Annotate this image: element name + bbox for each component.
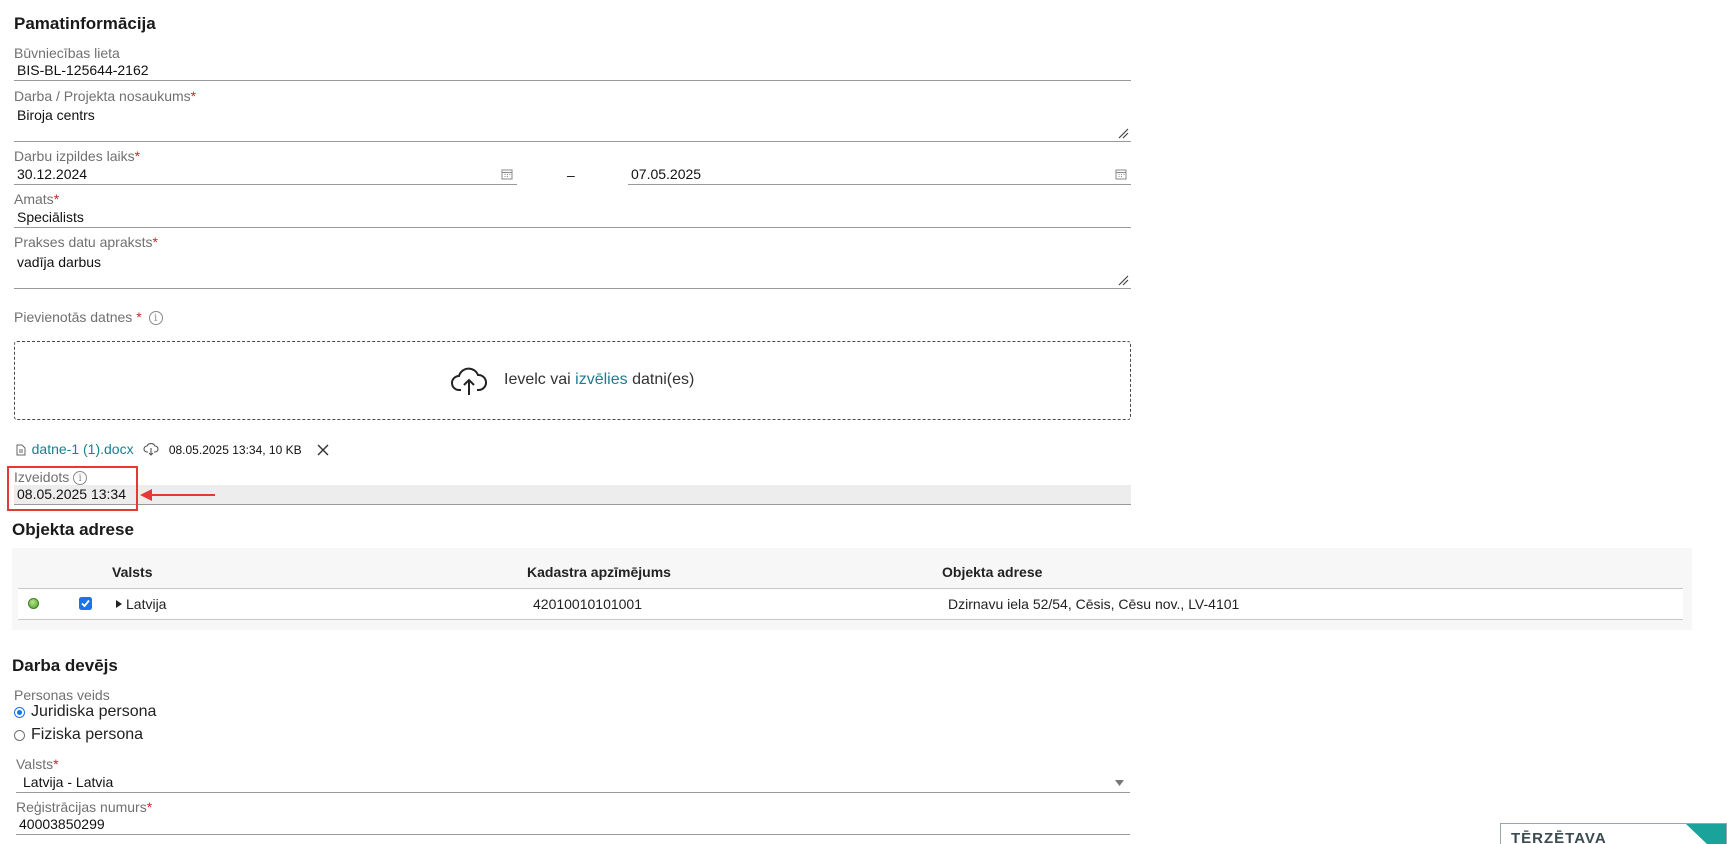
col-header-country: Valsts	[112, 564, 153, 580]
attached-file-meta: 08.05.2025 13:34, 10 KB	[168, 443, 302, 457]
person-type-label: Personas veids	[14, 687, 110, 703]
file-icon	[16, 444, 26, 456]
attached-file-link[interactable]: datne-1 (1).docx	[32, 441, 134, 457]
cloud-download-icon[interactable]	[143, 442, 159, 456]
table-row[interactable]: Latvija 42010010101001 Dzirnavu iela 52/…	[18, 589, 1683, 620]
case-label: Būvniecības lieta	[14, 45, 120, 61]
chat-widget-label: TĒRZĒTAVA	[1511, 830, 1607, 844]
resize-handle-icon[interactable]	[1117, 127, 1129, 139]
radio-legal-person-label[interactable]: Juridiska persona	[31, 703, 156, 721]
project-textarea[interactable]: Biroja centrs	[14, 104, 1131, 142]
cloud-upload-icon	[451, 367, 487, 395]
position-field[interactable]: Speciālists	[14, 208, 1131, 228]
radio-legal-person[interactable]	[14, 707, 25, 718]
chevron-down-icon[interactable]	[1115, 780, 1124, 786]
practice-label: Prakses datu apraksts*	[14, 234, 158, 250]
radio-natural-person-label[interactable]: Fiziska persona	[31, 726, 143, 744]
info-icon[interactable]: i	[148, 311, 163, 326]
calendar-icon[interactable]	[1115, 168, 1127, 180]
resize-handle-icon[interactable]	[1117, 274, 1129, 286]
country-select[interactable]: Latvija - Latvia	[16, 773, 1130, 793]
reg-label: Reģistrācijas numurs*	[16, 799, 153, 815]
dropzone-text: Ievelc vai izvēlies datni(es)	[504, 371, 695, 388]
practice-textarea[interactable]: vadīja darbus	[14, 251, 1131, 289]
section-title-employer: Darba devējs	[12, 656, 118, 675]
address-table: Valsts Kadastra apzīmējums Objekta adres…	[12, 548, 1692, 630]
case-field: BIS-BL-125644-2162	[14, 61, 1131, 81]
arrow-left-icon	[140, 489, 215, 501]
col-header-cadastre: Kadastra apzīmējums	[527, 564, 671, 580]
date-separator: –	[567, 167, 575, 183]
cell-address: Dzirnavu iela 52/54, Cēsis, Cēsu nov., L…	[948, 596, 1240, 612]
period-label: Darbu izpildes laiks*	[14, 148, 141, 164]
cell-country: Latvija	[126, 596, 167, 612]
reg-field[interactable]: 40003850299	[16, 815, 1130, 835]
country-label: Valsts*	[16, 756, 59, 772]
highlight-box	[7, 466, 138, 511]
date-from-value: 30.12.2024	[17, 166, 88, 182]
project-label: Darba / Projekta nosaukums*	[14, 88, 197, 104]
date-to-field[interactable]: 07.05.2025	[628, 165, 1131, 185]
section-title-basic: Pamatinformācija	[14, 14, 156, 33]
cell-cadastre: 42010010101001	[533, 596, 643, 612]
attached-file-row: datne-1 (1).docx 08.05.2025 13:34, 10 KB	[16, 441, 329, 457]
project-value: Biroja centrs	[17, 107, 95, 123]
files-label: Pievienotās datnes * i	[14, 309, 163, 326]
row-checkbox[interactable]	[79, 597, 92, 610]
file-dropzone[interactable]: Ievelc vai izvēlies datni(es)	[14, 341, 1131, 420]
chat-widget[interactable]: TĒRZĒTAVA	[1500, 823, 1727, 844]
section-title-address: Objekta adrese	[12, 520, 134, 539]
date-from-field[interactable]: 30.12.2024	[14, 165, 517, 185]
chat-corner-decoration	[1686, 824, 1726, 844]
col-header-address: Objekta adrese	[942, 564, 1043, 580]
position-label: Amats*	[14, 191, 60, 207]
radio-natural-person[interactable]	[14, 730, 25, 741]
calendar-icon[interactable]	[501, 168, 513, 180]
date-to-value: 07.05.2025	[631, 166, 702, 182]
status-dot	[28, 598, 39, 609]
country-select-value: Latvija - Latvia	[23, 774, 114, 790]
choose-file-link[interactable]: izvēlies	[575, 371, 627, 388]
expand-caret-icon[interactable]	[116, 600, 122, 608]
close-icon[interactable]	[317, 444, 329, 456]
practice-value: vadīja darbus	[17, 254, 102, 270]
